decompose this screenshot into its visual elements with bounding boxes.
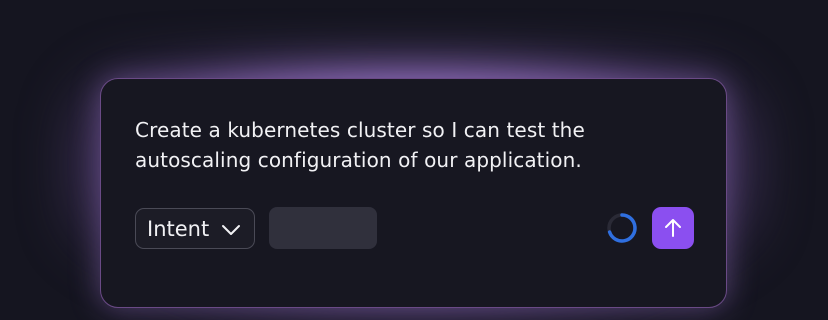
intent-dropdown-label: Intent (147, 216, 210, 241)
prompt-text[interactable]: Create a kubernetes cluster so I can tes… (135, 115, 705, 175)
intent-dropdown[interactable]: Intent (135, 208, 255, 249)
loading-spinner-icon (607, 213, 637, 243)
send-button[interactable] (652, 207, 694, 249)
chevron-down-icon (222, 225, 240, 235)
blank-button[interactable] (269, 207, 377, 249)
arrow-up-icon (665, 219, 681, 237)
prompt-composer: Create a kubernetes cluster so I can tes… (100, 78, 727, 308)
